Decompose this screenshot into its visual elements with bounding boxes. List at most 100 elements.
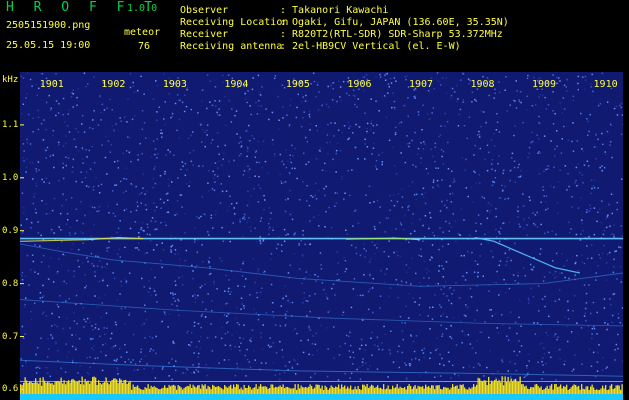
noise-speck bbox=[302, 234, 304, 236]
noise-speck bbox=[41, 73, 44, 75]
noise-speck bbox=[85, 320, 87, 323]
noise-speck bbox=[565, 86, 567, 88]
noise-speck bbox=[178, 276, 180, 279]
noise-speck bbox=[291, 301, 294, 304]
noise-speck bbox=[75, 146, 77, 148]
noise-speck bbox=[336, 251, 339, 253]
noise-speck bbox=[507, 257, 509, 259]
level-bar bbox=[251, 389, 253, 394]
noise-speck bbox=[175, 360, 177, 362]
noise-speck bbox=[259, 94, 262, 96]
noise-speck bbox=[369, 274, 371, 277]
noise-speck bbox=[408, 267, 411, 269]
noise-speck bbox=[599, 103, 602, 105]
noise-speck bbox=[240, 153, 242, 155]
noise-speck bbox=[422, 224, 424, 227]
noise-speck bbox=[601, 169, 603, 172]
noise-speck bbox=[305, 163, 307, 166]
noise-speck bbox=[448, 360, 450, 363]
noise-speck bbox=[520, 101, 522, 104]
level-bar bbox=[327, 389, 329, 394]
noise-speck bbox=[403, 104, 406, 107]
noise-speck bbox=[67, 157, 70, 159]
noise-speck bbox=[314, 182, 317, 185]
level-bar bbox=[42, 377, 44, 394]
noise-speck bbox=[304, 136, 307, 139]
noise-speck bbox=[57, 359, 59, 362]
noise-speck bbox=[303, 152, 305, 154]
noise-speck bbox=[31, 85, 33, 87]
noise-speck bbox=[192, 149, 195, 152]
noise-speck bbox=[287, 233, 289, 235]
noise-speck bbox=[325, 327, 328, 329]
noise-speck bbox=[184, 259, 186, 262]
noise-speck bbox=[517, 275, 519, 277]
noise-speck bbox=[253, 187, 255, 190]
noise-speck bbox=[509, 179, 511, 182]
level-bar bbox=[83, 384, 85, 394]
noise-speck bbox=[407, 206, 409, 208]
noise-speck bbox=[109, 337, 112, 340]
level-bar bbox=[452, 384, 454, 394]
noise-speck bbox=[371, 331, 373, 334]
noise-speck bbox=[255, 312, 258, 314]
noise-speck bbox=[503, 169, 505, 171]
noise-speck bbox=[35, 212, 37, 214]
noise-speck bbox=[462, 101, 465, 103]
noise-speck bbox=[274, 75, 277, 77]
noise-speck bbox=[172, 294, 174, 296]
noise-speck bbox=[77, 150, 80, 152]
noise-speck bbox=[567, 172, 569, 175]
noise-speck bbox=[66, 213, 69, 215]
level-bar bbox=[128, 382, 130, 394]
noise-speck bbox=[251, 329, 254, 331]
noise-speck bbox=[538, 115, 540, 118]
noise-speck bbox=[37, 116, 40, 119]
noise-speck bbox=[86, 257, 88, 259]
noise-speck bbox=[467, 195, 469, 198]
noise-speck bbox=[542, 94, 544, 97]
noise-speck bbox=[170, 251, 172, 253]
noise-speck bbox=[462, 366, 465, 369]
noise-speck bbox=[501, 358, 503, 361]
noise-speck bbox=[255, 150, 258, 152]
noise-speck bbox=[556, 275, 558, 278]
noise-speck bbox=[399, 315, 402, 318]
noise-speck bbox=[215, 210, 217, 212]
noise-speck bbox=[48, 182, 51, 184]
noise-speck bbox=[68, 297, 70, 300]
noise-speck bbox=[140, 228, 142, 231]
noise-speck bbox=[404, 362, 406, 364]
level-bar bbox=[266, 386, 268, 394]
level-bar bbox=[125, 379, 127, 394]
noise-speck bbox=[217, 114, 219, 116]
noise-speck bbox=[572, 150, 575, 152]
noise-speck bbox=[400, 280, 403, 283]
noise-speck bbox=[226, 209, 229, 212]
noise-speck bbox=[609, 144, 611, 146]
noise-speck bbox=[163, 118, 165, 120]
noise-speck bbox=[26, 92, 28, 95]
level-bar bbox=[482, 381, 484, 394]
level-bar bbox=[177, 385, 179, 394]
noise-speck bbox=[418, 359, 420, 361]
noise-speck bbox=[216, 132, 219, 134]
meteor-label: meteor bbox=[124, 27, 161, 38]
level-bar bbox=[384, 389, 386, 394]
noise-speck bbox=[125, 167, 127, 169]
noise-speck bbox=[155, 294, 157, 296]
noise-speck bbox=[591, 187, 593, 190]
noise-speck bbox=[376, 336, 379, 338]
level-bar bbox=[260, 384, 262, 394]
noise-speck bbox=[565, 90, 568, 92]
noise-speck bbox=[222, 158, 224, 160]
noise-speck bbox=[189, 344, 191, 347]
noise-speck bbox=[470, 296, 473, 298]
noise-speck bbox=[272, 311, 274, 313]
noise-speck bbox=[367, 308, 370, 311]
noise-speck bbox=[257, 184, 260, 186]
noise-speck bbox=[209, 266, 211, 268]
noise-speck bbox=[102, 279, 104, 282]
noise-speck bbox=[398, 122, 401, 125]
noise-speck bbox=[393, 106, 396, 109]
